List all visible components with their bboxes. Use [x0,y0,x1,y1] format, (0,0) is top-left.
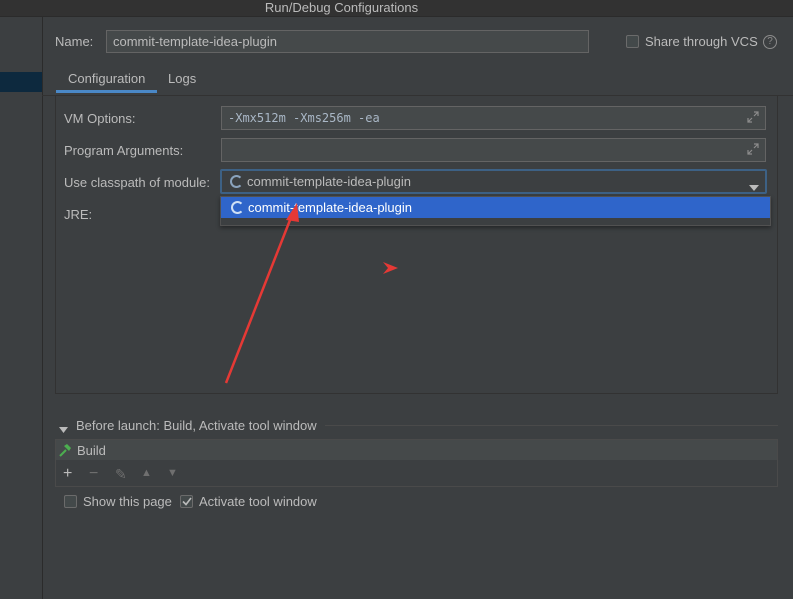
before-launch-divider [325,425,778,426]
show-page-label: Show this page [83,494,172,509]
remove-button[interactable]: − [89,465,98,483]
add-button[interactable]: + [63,465,72,483]
checkmark-icon [181,497,192,506]
annotation-small-arrow [383,262,398,274]
edit-button[interactable]: ✎ [115,466,127,483]
activate-tool-window-label: Activate tool window [199,494,317,509]
move-down-button[interactable]: ▼ [167,467,178,479]
list-item[interactable] [56,440,777,460]
show-page-checkbox[interactable] [64,495,77,508]
build-item-label: Build [77,443,106,458]
activate-tool-window-checkbox[interactable] [180,495,193,508]
before-launch-title[interactable]: Before launch: Build, Activate tool wind… [76,418,317,433]
hammer-icon [58,443,72,460]
annotation-overlay [224,203,398,384]
annotation-arrow-head [286,203,299,222]
collapse-triangle-icon[interactable] [59,421,68,436]
annotation-arrow-line [224,214,294,384]
move-up-button[interactable]: ▲ [141,467,152,479]
